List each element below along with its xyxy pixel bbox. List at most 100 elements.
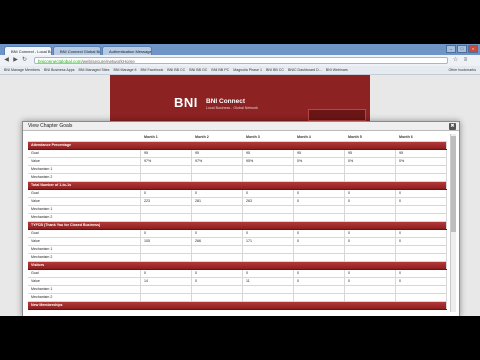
- url-field[interactable]: bniconnectglobal.com/web/secure/networkH…: [34, 57, 448, 64]
- table-cell: [243, 286, 294, 293]
- member-buttons[interactable]: [308, 109, 366, 121]
- table-row: Mechanism 1: [28, 166, 447, 174]
- table-cell: 0: [294, 198, 345, 205]
- row-label: Mechanism 2: [28, 214, 141, 221]
- table-cell: [192, 174, 243, 181]
- table-row: Value 223 281 263 0 0 0: [28, 198, 447, 206]
- table-cell: 95: [396, 150, 447, 157]
- bookmark-item[interactable]: BNI BB CC: [167, 66, 185, 74]
- forward-icon[interactable]: ▶: [12, 57, 19, 64]
- column-header: Month 2: [195, 135, 209, 139]
- column-header: Month 3: [246, 135, 260, 139]
- browser-tab-2[interactable]: BNI Connect Global Busi...: [53, 46, 101, 55]
- table-cell: 281: [192, 198, 243, 205]
- row-label: Mechanism 1: [28, 166, 141, 173]
- bookmark-item[interactable]: BNI BB CC: [266, 66, 284, 74]
- table-cell: 14: [141, 278, 192, 285]
- table-cell: 0: [243, 270, 294, 277]
- bni-logo[interactable]: BNI: [174, 95, 198, 110]
- table-cell: 266: [192, 238, 243, 245]
- row-label: Goal: [28, 230, 141, 237]
- dialog-title: View Chapter Goals: [23, 122, 459, 131]
- close-icon[interactable]: ✖: [449, 123, 456, 130]
- table-row: Value 105 266 171 0 0 0: [28, 238, 447, 246]
- section-header: New Memberships: [28, 302, 447, 310]
- table-cell: 0%: [396, 158, 447, 165]
- reload-icon[interactable]: ↻: [21, 57, 28, 64]
- table-cell: 0: [396, 198, 447, 205]
- table-cell: [396, 246, 447, 253]
- bookmark-item[interactable]: BNI BB PC: [211, 66, 229, 74]
- row-label: Value: [28, 198, 141, 205]
- table-row: Mechanism 1: [28, 246, 447, 254]
- table-cell: [243, 174, 294, 181]
- table-cell: [396, 286, 447, 293]
- table-cell: 0: [396, 238, 447, 245]
- table-cell: 95: [141, 150, 192, 157]
- table-cell: 0%: [345, 158, 396, 165]
- bookmark-item[interactable]: BNI Manage It: [113, 66, 136, 74]
- table-cell: 0: [243, 190, 294, 197]
- bookmark-item[interactable]: Magnolia Phase 1: [233, 66, 262, 74]
- table-cell: [141, 214, 192, 221]
- table-cell: [345, 254, 396, 261]
- maximize-button[interactable]: □: [457, 45, 467, 53]
- table-cell: 95: [192, 150, 243, 157]
- table-cell: [141, 254, 192, 261]
- browser-tab-1[interactable]: BNI Connect - Local Busi...: [4, 46, 52, 55]
- table-cell: [141, 286, 192, 293]
- wrench-icon[interactable]: ≡: [462, 57, 469, 64]
- bookmark-item[interactable]: BNI BB OC: [189, 66, 207, 74]
- table-cell: 0: [294, 230, 345, 237]
- table-row: Mechanism 2: [28, 214, 447, 222]
- table-cell: 0: [192, 230, 243, 237]
- bookmark-item[interactable]: BNI Business Apps: [44, 66, 75, 74]
- star-icon[interactable]: ☆: [452, 57, 459, 64]
- table-cell: 263: [243, 198, 294, 205]
- other-bookmarks[interactable]: Other bookmarks: [448, 66, 476, 74]
- minimize-button[interactable]: –: [446, 45, 456, 53]
- bookmarks-bar: Other bookmarks BNI Manage Members BNI Bus…: [0, 66, 480, 75]
- table-cell: [294, 206, 345, 213]
- table-cell: 0: [345, 190, 396, 197]
- bookmark-item[interactable]: BNI Manage Members: [4, 66, 40, 74]
- table-cell: [294, 286, 345, 293]
- row-label: Mechanism 1: [28, 246, 141, 253]
- window-close-button[interactable]: ×: [468, 45, 478, 53]
- table-cell: 0%: [294, 158, 345, 165]
- table-cell: [192, 294, 243, 301]
- section-title: Total Number of 1-to-1s: [28, 182, 447, 189]
- table-row: Mechanism 2: [28, 174, 447, 182]
- row-label: Value: [28, 238, 141, 245]
- bookmark-item[interactable]: BNI Managed Sites: [79, 66, 110, 74]
- table-cell: [192, 214, 243, 221]
- table-cell: [396, 166, 447, 173]
- table-cell: [294, 174, 345, 181]
- table-cell: 0: [141, 190, 192, 197]
- bookmark-item[interactable]: BNI Webinars: [326, 66, 348, 74]
- table-cell: 0: [243, 230, 294, 237]
- table-row: Mechanism 1: [28, 286, 447, 294]
- table-row: Goal 0 0 0 0 0 0: [28, 190, 447, 198]
- row-label: Goal: [28, 190, 141, 197]
- url-host: bniconnectglobal.com: [38, 59, 82, 64]
- table-cell: 95: [243, 150, 294, 157]
- back-icon[interactable]: ◀: [3, 57, 10, 64]
- row-label: Mechanism 2: [28, 294, 141, 301]
- bookmark-item[interactable]: BNI Facebook: [140, 66, 163, 74]
- table-cell: 97%: [192, 158, 243, 165]
- table-cell: 97%: [141, 158, 192, 165]
- table-cell: [396, 294, 447, 301]
- table-cell: [141, 246, 192, 253]
- table-cell: [243, 206, 294, 213]
- dialog-scrollbar[interactable]: [450, 134, 456, 312]
- table-row: Mechanism 2: [28, 294, 447, 302]
- table-cell: [345, 294, 396, 301]
- table-cell: 11: [243, 278, 294, 285]
- browser-tab-3[interactable]: Authentication Message -...: [102, 46, 152, 55]
- bookmark-item[interactable]: BNIC Dashboard D...: [288, 66, 322, 74]
- table-cell: [345, 214, 396, 221]
- window-controls: – □ ×: [446, 45, 478, 53]
- scrollbar-thumb[interactable]: [451, 136, 456, 232]
- column-header: Month 5: [348, 135, 362, 139]
